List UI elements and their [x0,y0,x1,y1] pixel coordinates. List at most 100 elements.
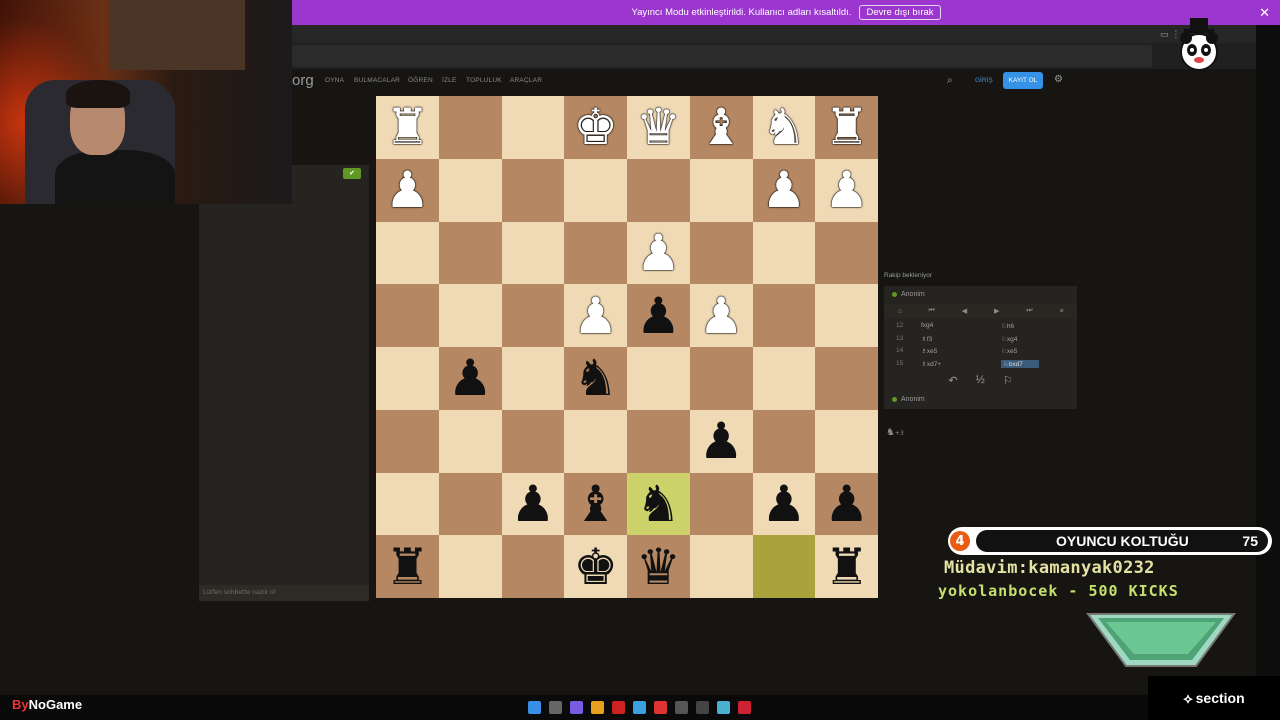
next-move-icon[interactable]: ▶ [994,307,999,315]
top-player[interactable]: Anonim [892,291,925,298]
board-square[interactable]: ♟ [689,284,753,347]
offer-draw-button[interactable]: ½ [976,374,985,387]
black-move-current[interactable]: ♘bxd7 [1001,360,1039,368]
site-logo[interactable]: org [292,72,314,89]
black-pawn-icon[interactable]: ♟ [824,479,869,529]
white-move[interactable]: ♗xe5 [921,347,937,355]
nav-tools[interactable]: ARAÇLAR [510,77,542,84]
prev-move-icon[interactable]: ◀ [962,307,967,315]
board-square[interactable] [564,158,627,222]
nav-watch[interactable]: İZLE [442,77,457,84]
board-square[interactable] [752,221,816,285]
start-icon[interactable] [528,701,541,714]
board-square[interactable] [815,347,878,410]
board-square[interactable] [501,409,565,473]
board-square[interactable] [501,158,565,222]
black-king-icon[interactable]: ♚ [573,542,618,592]
board-square[interactable] [815,409,878,473]
nav-puzzles[interactable]: BULMACALAR [354,77,400,84]
black-knight-icon[interactable]: ♞ [636,479,681,529]
gear-icon[interactable]: ⚙ [1054,74,1063,85]
app-icon[interactable] [696,701,709,714]
black-move[interactable]: ♘h6 [1001,322,1014,330]
board-square[interactable]: ♜ [815,535,878,598]
black-move[interactable]: ♘xe5 [1001,347,1017,355]
black-move[interactable]: ♘xg4 [1001,335,1017,343]
white-pawn-icon[interactable]: ♟ [385,165,430,215]
board-square[interactable]: ♞ [564,347,627,410]
board-square[interactable]: ♟ [689,409,753,473]
board-square[interactable] [689,347,753,410]
white-queen-icon[interactable]: ♛ [636,102,681,152]
board-square[interactable]: ♝ [564,472,627,536]
board-square[interactable] [501,96,565,159]
board-square[interactable]: ♚ [564,96,627,159]
board-square[interactable] [501,284,565,347]
board-square[interactable] [627,409,690,473]
app-icon[interactable] [717,701,730,714]
white-rook-icon[interactable]: ♜ [385,102,430,152]
board-square[interactable]: ♝ [689,96,753,159]
board-square[interactable] [689,535,753,598]
black-queen-icon[interactable]: ♛ [636,542,681,592]
resign-flag-icon[interactable]: ⚐ [1003,374,1013,387]
board-square[interactable]: ♜ [376,535,439,598]
board-square[interactable] [752,535,816,598]
white-knight-icon[interactable]: ♞ [761,102,806,152]
board-square[interactable] [438,284,502,347]
black-pawn-icon[interactable]: ♟ [510,479,555,529]
board-square[interactable] [752,347,816,410]
address-bar[interactable] [292,45,1152,67]
white-move[interactable]: fxg4 [921,322,933,329]
white-bishop-icon[interactable]: ♝ [699,102,744,152]
steam-icon[interactable] [633,701,646,714]
close-icon[interactable]: ✕ [1259,5,1270,21]
white-pawn-icon[interactable]: ♟ [824,165,869,215]
bottom-player[interactable]: Anonim [892,396,925,403]
takeback-icon[interactable]: ↶ [948,374,957,387]
app-icon[interactable] [675,701,688,714]
chat-input[interactable]: Lütfen sohbette nazik ol [199,585,369,601]
board-square[interactable] [438,472,502,536]
board-square[interactable]: ♟ [501,472,565,536]
register-button[interactable]: KAYIT OL [1003,72,1043,89]
black-pawn-icon[interactable]: ♟ [636,291,681,341]
board-square[interactable]: ♟ [752,158,816,222]
board-square[interactable]: ♟ [627,221,690,285]
black-pawn-icon[interactable]: ♟ [761,479,806,529]
board-square[interactable] [376,284,439,347]
nav-community[interactable]: TOPLULUK [466,77,502,84]
board-square[interactable]: ♟ [438,347,502,410]
board-square[interactable]: ♟ [752,472,816,536]
chess-board[interactable]: ♜ ♚ ♛ ♝ ♞ ♜ ♟ ♟ ♟ ♟ ♟ ♟ ♟ ♟ ♞ ♟ ♟ ♝ ♞ ♟ ♟ ♜ ♚ ♛ ♜ [376,96,878,598]
board-square[interactable] [815,284,878,347]
board-square[interactable] [752,409,816,473]
white-king-icon[interactable]: ♚ [573,102,618,152]
board-square[interactable]: ♛ [627,535,690,598]
board-square[interactable]: ♟ [627,284,690,347]
board-square[interactable]: ♛ [627,96,690,159]
opera-icon[interactable] [612,701,625,714]
board-square[interactable] [564,409,627,473]
board-square[interactable] [689,472,753,536]
board-square[interactable] [438,96,502,159]
board-square[interactable]: ♟ [815,158,878,222]
white-move[interactable]: ♗xd7+ [921,360,941,368]
board-square[interactable]: ♚ [564,535,627,598]
board-square[interactable] [438,535,502,598]
board-square[interactable] [438,158,502,222]
board-square[interactable] [752,284,816,347]
white-pawn-icon[interactable]: ♟ [636,228,681,278]
black-rook-icon[interactable]: ♜ [385,542,430,592]
white-pawn-icon[interactable]: ♟ [761,165,806,215]
board-square[interactable] [627,347,690,410]
board-square[interactable] [501,221,565,285]
board-square[interactable] [564,221,627,285]
board-square[interactable] [438,409,502,473]
sign-in-link[interactable]: GİRİŞ [975,77,993,84]
board-square[interactable]: ♟ [815,472,878,536]
app-icon[interactable] [654,701,667,714]
app-icon[interactable] [570,701,583,714]
board-square[interactable]: ♞ [627,472,690,536]
white-move[interactable]: ♗f3 [921,335,932,343]
